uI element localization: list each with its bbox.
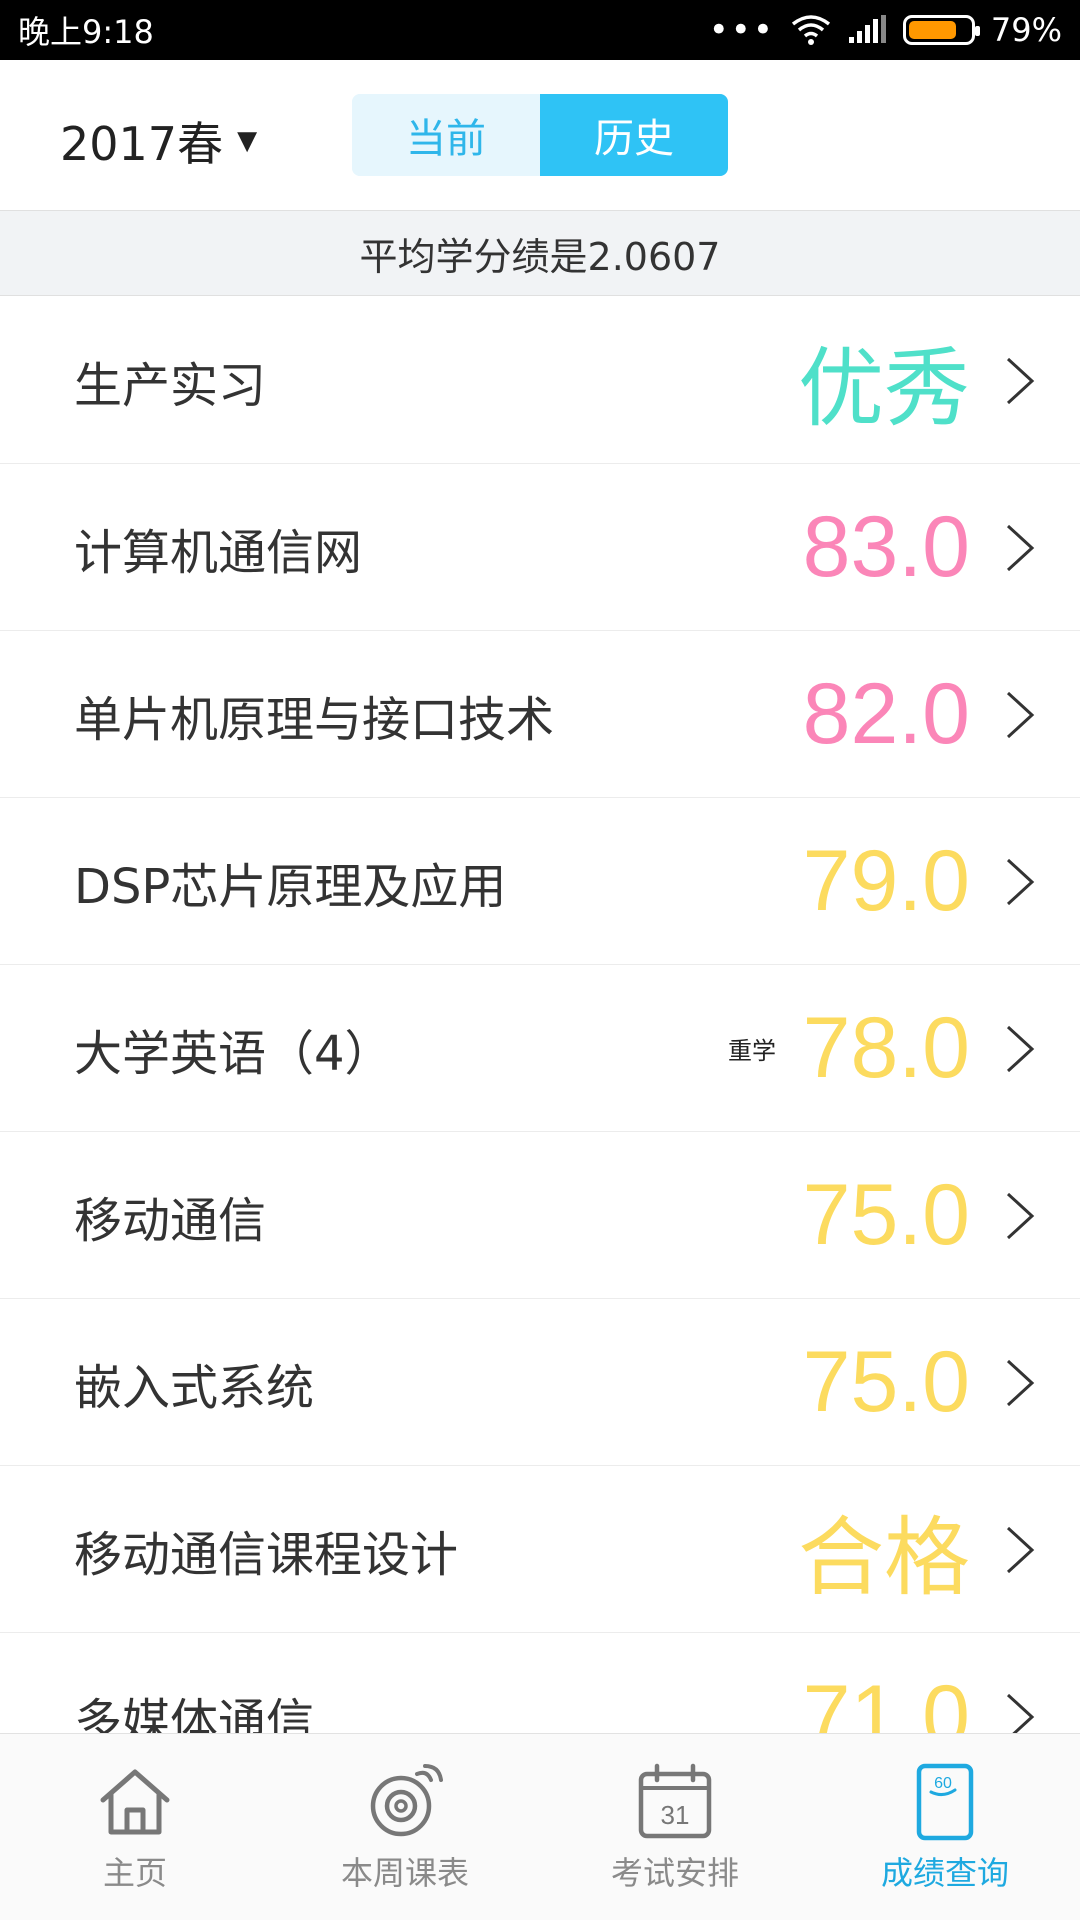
battery-level: [908, 21, 957, 39]
nav-label: 成绩查询: [880, 1854, 1009, 1892]
nav-label: 主页: [102, 1854, 167, 1892]
term-label: 2017春: [60, 117, 224, 171]
tab-current[interactable]: 当前: [352, 94, 540, 176]
more-dots-icon: •••: [708, 10, 775, 50]
course-row[interactable]: 大学英语（4） 重学 78.0: [0, 965, 1080, 1132]
chevron-right-icon: [1006, 524, 1035, 572]
score-mark-text: 60: [934, 1775, 952, 1792]
course-row[interactable]: 移动通信 75.0: [0, 1132, 1080, 1299]
home-icon: [100, 1769, 170, 1835]
course-score: 71.0: [802, 1668, 970, 1733]
chevron-right-icon: [1006, 691, 1035, 739]
nav-weekly-schedule[interactable]: 本周课表: [270, 1734, 540, 1920]
term-selector[interactable]: 2017春 ▼: [60, 108, 257, 174]
course-name: 大学英语（4）: [74, 1025, 393, 1082]
course-score: 75.0: [802, 1167, 970, 1263]
course-name: 计算机通信网: [74, 524, 363, 581]
tab-history[interactable]: 历史: [540, 94, 728, 176]
course-name: 单片机原理与接口技术: [74, 691, 555, 748]
nav-label: 本周课表: [340, 1854, 469, 1892]
course-row[interactable]: 多媒体通信 71.0: [0, 1633, 1080, 1733]
nav-grade-query[interactable]: 60 成绩查询: [810, 1734, 1080, 1920]
course-name: 移动通信: [74, 1192, 267, 1249]
view-toggle: 当前 历史: [352, 94, 728, 176]
battery-icon: [902, 15, 980, 45]
wifi-icon: [791, 15, 830, 45]
retake-badge: 重学: [728, 1037, 776, 1065]
course-row[interactable]: 嵌入式系统 75.0: [0, 1299, 1080, 1466]
nav-home[interactable]: 主页: [0, 1734, 270, 1920]
course-list: 生产实习 优秀 计算机通信网 83.0 单片机原理与接口技术 82.0 DSP芯…: [0, 297, 1080, 1733]
chevron-right-icon: [1006, 1025, 1035, 1073]
course-score: 75.0: [802, 1334, 970, 1430]
course-score: 优秀: [798, 341, 970, 437]
course-score: 79.0: [802, 833, 970, 929]
course-row[interactable]: DSP芯片原理及应用 79.0: [0, 798, 1080, 965]
gpa-summary: 平均学分绩是2.0607: [0, 210, 1080, 296]
course-row[interactable]: 计算机通信网 83.0: [0, 464, 1080, 631]
chevron-right-icon: [1006, 858, 1035, 906]
calendar-day-text: 31: [661, 1800, 690, 1830]
course-row[interactable]: 移动通信课程设计 合格: [0, 1466, 1080, 1633]
course-score: 82.0: [802, 666, 970, 762]
course-name: DSP芯片原理及应用: [74, 858, 507, 915]
course-row[interactable]: 单片机原理与接口技术 82.0: [0, 631, 1080, 798]
status-bar: 晚上9:18 ••• 79%: [0, 0, 1080, 60]
dropdown-arrow-icon: ▼: [237, 126, 258, 156]
course-score: 78.0: [802, 1000, 970, 1096]
bell-icon: [370, 1764, 443, 1837]
signal-icon: [848, 15, 886, 43]
course-name: 移动通信课程设计: [74, 1526, 459, 1583]
header: 2017春 ▼ 当前 历史: [0, 60, 1080, 210]
course-name: 嵌入式系统: [74, 1359, 315, 1416]
status-icons: ••• 79%: [709, 11, 1062, 49]
chevron-right-icon: [1006, 1693, 1035, 1733]
chevron-right-icon: [1006, 357, 1035, 405]
bottom-nav: 主页 本周课表 31 考试安排 60 成绩查询: [0, 1733, 1080, 1920]
nav-exam-schedule[interactable]: 31 考试安排: [540, 1734, 810, 1920]
course-name: 多媒体通信: [74, 1693, 315, 1734]
chevron-right-icon: [1006, 1359, 1035, 1407]
calendar-icon: 31: [638, 1763, 712, 1839]
battery-percent: 79%: [990, 11, 1062, 49]
score-sheet-icon: 60: [916, 1763, 974, 1841]
course-score: 合格: [798, 1510, 970, 1606]
course-name: 生产实习: [74, 357, 267, 414]
chevron-right-icon: [1006, 1526, 1035, 1574]
course-row[interactable]: 生产实习 优秀: [0, 297, 1080, 464]
status-time: 晚上9:18: [18, 13, 154, 51]
chevron-right-icon: [1006, 1192, 1035, 1240]
course-score: 83.0: [802, 499, 970, 595]
nav-label: 考试安排: [610, 1854, 739, 1892]
